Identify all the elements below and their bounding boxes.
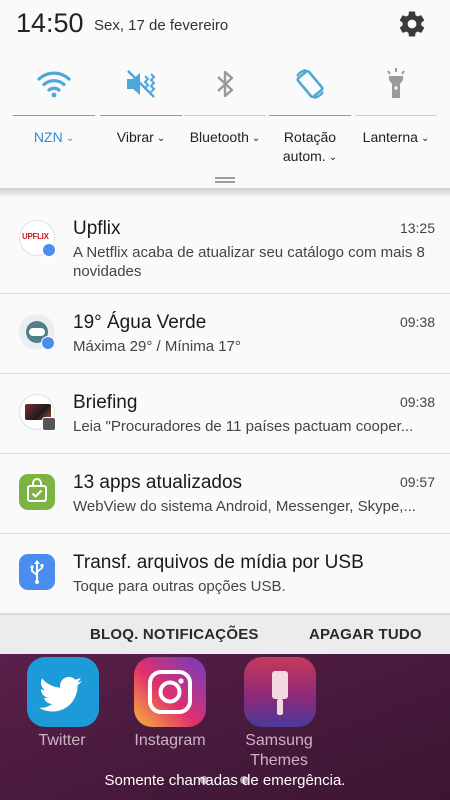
notification-briefing[interactable]: Briefing 09:38 Leia "Procuradores de 11 … [0,374,450,454]
notification-text: Leia "Procuradores de 11 países pactuam … [73,418,414,435]
instagram-camera-icon [148,670,192,714]
tile-wifi[interactable]: NZN ⌄ [9,58,99,170]
tile-auto-rotate-divider [269,115,351,116]
galaxy-apps-icon [19,474,55,510]
wifi-icon [37,71,71,98]
weather-badge-icon [41,336,55,350]
cloud-icon [29,328,45,336]
samsung-themes-icon[interactable] [244,657,316,727]
notification-text: Toque para outras opções USB. [73,578,286,595]
notification-title: Briefing [73,392,138,413]
paint-brush-icon [272,671,288,715]
app-label-instagram: Instagram [134,732,206,749]
instagram-icon[interactable] [134,657,206,727]
usb-icon [19,554,55,590]
home-screen: Twitter Instagram Samsung Themes Somente… [0,654,450,800]
quick-tiles: NZN ⌄ Vibrar ⌄ Bluetooth ⌄ Rotação autom… [0,58,450,170]
tile-flashlight-label: Lanterna ⌄ [362,129,430,145]
usb-symbol-icon [30,560,44,584]
notification-time: 09:57 [399,474,435,490]
tile-vibrate-divider [100,115,182,116]
tile-bluetooth-label: Bluetooth ⌄ [189,129,261,145]
upflix-logo-text: UPFLIX [22,232,49,241]
notification-title: 13 apps atualizados [73,472,243,493]
notification-upflix[interactable]: UPFLIX Upflix 13:25 A Netflix acaba de a… [0,198,450,294]
bluetooth-icon [217,70,234,98]
notification-title: 19° Água Verde [73,312,207,333]
tile-wifi-label: NZN ⌄ [33,129,75,145]
date[interactable]: Sex, 17 de fevereiro [94,17,228,34]
notification-actions-bar: BLOQ. NOTIFICAÇÕES APAGAR TUDO [0,614,450,654]
notification-title: Upflix [73,218,121,239]
tile-vibrate-label: Vibrar ⌄ [116,129,166,145]
drag-handle[interactable] [215,177,235,183]
panel-shadow [0,188,450,196]
quick-settings-panel: 14:50 Sex, 17 de fevereiro NZN ⌄ Vibrar … [0,0,450,191]
bag-check-icon [27,478,47,502]
app-label-twitter: Twitter [38,732,86,749]
tile-flashlight[interactable]: Lanterna ⌄ [351,58,441,170]
notification-title: Transf. arquivos de mídia por USB [73,552,364,573]
briefing-badge-icon [42,417,56,431]
notification-apps-updated[interactable]: 13 apps atualizados 09:57 WebView do sis… [0,454,450,534]
block-notifications-button[interactable]: BLOQ. NOTIFICAÇÕES [90,626,259,643]
notification-list: UPFLIX Upflix 13:25 A Netflix acaba de a… [0,198,450,614]
tile-bluetooth[interactable]: Bluetooth ⌄ [180,58,270,170]
flashlight-icon [387,68,405,98]
notification-time: 13:25 [399,220,435,236]
vibrate-icon [127,70,156,98]
notification-time: 09:38 [399,314,435,330]
weather-icon [19,314,55,350]
notification-weather[interactable]: 19° Água Verde 09:38 Máxima 29° / Mínima… [0,294,450,374]
tile-auto-rotate[interactable]: Rotação autom. ⌄ [265,58,355,170]
twitter-icon[interactable] [27,657,99,727]
upflix-badge-icon [42,243,56,257]
tile-auto-rotate-label: Rotação autom. ⌄ [282,129,338,164]
notification-text: A Netflix acaba de atualizar seu catálog… [73,244,425,280]
briefing-icon [19,394,56,431]
notification-text: WebView do sistema Android, Messenger, S… [73,498,416,515]
gear-icon[interactable] [397,9,427,39]
notification-time: 09:38 [399,394,435,410]
clock: 14:50 [16,8,84,38]
upflix-icon: UPFLIX [19,220,56,257]
notification-text: Máxima 29° / Mínima 17° [73,338,241,355]
clear-all-button[interactable]: APAGAR TUDO [309,626,422,643]
status-row: 14:50 Sex, 17 de fevereiro [0,0,450,52]
tile-vibrate[interactable]: Vibrar ⌄ [96,58,186,170]
auto-rotate-icon [296,68,324,100]
tile-flashlight-divider [355,115,437,116]
twitter-bird-icon [39,676,82,712]
tile-bluetooth-divider [184,115,266,116]
notification-usb[interactable]: Transf. arquivos de mídia por USB Toque … [0,534,450,614]
tile-wifi-divider [13,115,95,116]
app-label-samsung-themes: Samsung Themes [245,732,313,769]
emergency-calls-text: Somente chamadas de emergência. [104,772,346,789]
